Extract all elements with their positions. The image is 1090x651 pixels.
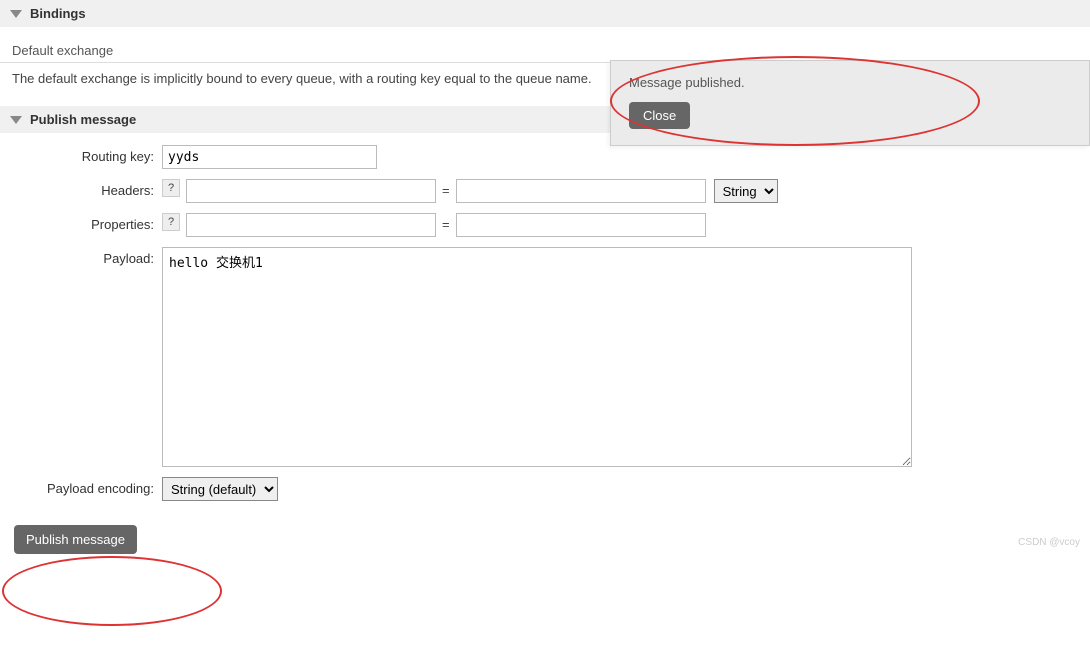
publish-title: Publish message — [30, 112, 136, 127]
publish-form: Routing key: Headers: ? = String Propert… — [0, 145, 1090, 519]
routing-key-row: Routing key: — [12, 145, 1078, 169]
notification-panel: Message published. Close — [610, 60, 1090, 146]
highlight-ellipse-icon — [2, 556, 222, 626]
chevron-down-icon — [10, 10, 22, 18]
bindings-section-header[interactable]: Bindings — [0, 0, 1090, 27]
equals-sign: = — [436, 213, 456, 237]
payload-row: Payload: hello 交换机1 — [12, 247, 1078, 467]
headers-key-input[interactable] — [186, 179, 436, 203]
publish-message-button[interactable]: Publish message — [14, 525, 137, 554]
properties-row: Properties: ? = — [12, 213, 1078, 237]
payload-textarea[interactable]: hello 交换机1 — [162, 247, 912, 467]
bindings-title: Bindings — [30, 6, 86, 21]
payload-encoding-label: Payload encoding: — [12, 477, 162, 496]
chevron-down-icon — [10, 116, 22, 124]
notification-message: Message published. — [629, 75, 1071, 90]
payload-encoding-row: Payload encoding: String (default) — [12, 477, 1078, 501]
properties-key-input[interactable] — [186, 213, 436, 237]
headers-row: Headers: ? = String — [12, 179, 1078, 203]
close-button[interactable]: Close — [629, 102, 690, 129]
equals-sign: = — [436, 179, 456, 203]
watermark-text: CSDN @vcoy — [1018, 537, 1080, 548]
properties-value-input[interactable] — [456, 213, 706, 237]
payload-encoding-select[interactable]: String (default) — [162, 477, 278, 501]
routing-key-label: Routing key: — [12, 145, 162, 164]
headers-value-input[interactable] — [456, 179, 706, 203]
payload-label: Payload: — [12, 247, 162, 266]
properties-label: Properties: — [12, 213, 162, 232]
routing-key-input[interactable] — [162, 145, 377, 169]
headers-type-select[interactable]: String — [714, 179, 778, 203]
headers-label: Headers: — [12, 179, 162, 198]
properties-help-button[interactable]: ? — [162, 213, 180, 231]
headers-help-button[interactable]: ? — [162, 179, 180, 197]
